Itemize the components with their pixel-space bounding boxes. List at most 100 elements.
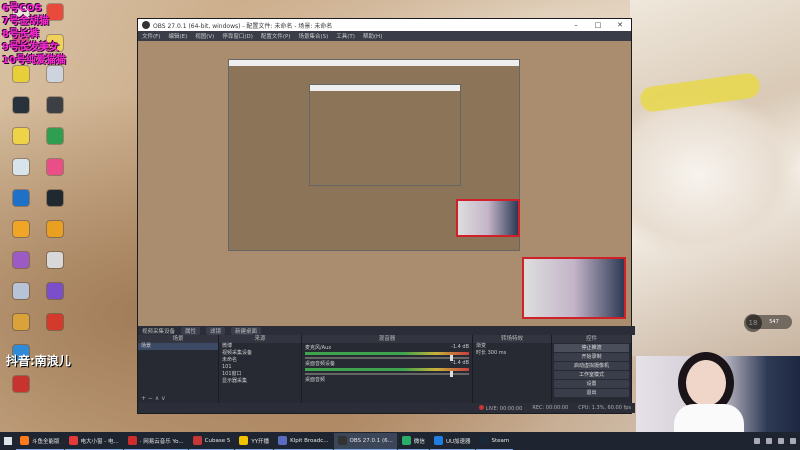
transition-panel: 转场特效 渐变 时长 300 ms [473,335,552,403]
start-recording-button[interactable]: 开始录制 [554,353,629,361]
app-icon [401,436,411,445]
app-icon [13,190,29,206]
nested-camera [456,199,520,237]
menu-tools[interactable]: 工具(T) [336,32,355,40]
taskbar-label: Cubase 5 [204,437,231,444]
menu-profile[interactable]: 配置文件(P) [261,32,291,40]
studio-mode-button[interactable]: 工作室模式 [554,371,629,379]
app-icon [47,97,63,113]
taskbar-item[interactable]: 微信 [397,433,429,450]
maximize-icon[interactable]: □ [587,21,609,29]
taskbar-item[interactable]: 电大小窗 - 电... [64,433,123,450]
taskbar-label: 电大小窗 - 电... [80,438,119,445]
app-icon [47,159,63,175]
desktop-icon[interactable] [4,66,38,96]
duration-label: 时长 [476,350,487,356]
source-item[interactable]: 视频采集设备 [219,350,301,357]
mixer-channel[interactable]: 麦克风/Aux -1.4 dB [302,343,472,361]
scenes-footer[interactable]: + − ∧ ∨ [138,395,218,403]
new-desktop-button[interactable]: 新建桌面 [231,326,262,335]
scenes-panel: 场景 场景 + − ∧ ∨ [138,335,219,403]
taskbar-item[interactable]: OBS 27.0.1 (6... [333,432,397,450]
source-item[interactable]: 显示器采集 [219,378,301,385]
exit-button[interactable]: 退出 [554,389,629,397]
taskbar-items: 斗鱼全能版 电大小窗 - 电... · 网易云音乐 Yo... Cubase 5 YY开… [16,432,514,450]
source-item[interactable]: 101窗口 [219,371,301,378]
taskbar-item[interactable]: · 网易云音乐 Yo... [123,433,188,450]
obs-titlebar[interactable]: OBS 27.0.1 (64-bit, windows) - 配置文件: 未命名… [138,19,631,31]
app-icon [13,128,29,144]
minimize-icon[interactable]: – [565,21,587,29]
desktop-icon[interactable] [4,97,38,127]
obs-statusbar: LIVE: 00:00:00 REC: 00:00:00 CPU: 1.3%, … [138,403,635,413]
scene-item[interactable]: 场景 [138,343,218,350]
desktop-icon[interactable] [4,190,38,220]
camera-source[interactable] [522,257,626,319]
tray-icon[interactable] [754,438,760,444]
app-icon [47,221,63,237]
app-icon [47,128,63,144]
controls-title: 控件 [552,335,631,343]
taskbar-item[interactable]: YY开播 [235,433,274,450]
desktop-icon[interactable] [4,283,38,313]
taskbar-item[interactable]: Klpit Broadc... [274,433,333,450]
app-icon [337,436,347,445]
volume-icon[interactable] [790,438,796,444]
volume-slider[interactable] [305,355,469,361]
desktop-icon[interactable] [4,159,38,189]
desktop-icon[interactable] [4,221,38,251]
virtual-camera-button[interactable]: 启动虚拟摄像机 [554,362,629,370]
volume-slider[interactable] [305,371,469,377]
source-item[interactable]: 微博 [219,343,301,350]
taskbar-item[interactable]: Steam [475,433,514,450]
app-icon [433,436,443,445]
taskbar-label: 斗鱼全能版 [32,438,60,445]
menu-edit[interactable]: 编辑(E) [168,32,187,40]
tray-icon[interactable] [778,438,784,444]
stop-stream-button[interactable]: 停止推流 [554,344,629,352]
menu-file[interactable]: 文件(F) [142,32,160,40]
menu-docks[interactable]: 停靠窗口(D) [222,32,253,40]
desktop-icon[interactable] [38,128,72,158]
filters-button[interactable]: 滤镜 [206,326,226,335]
obs-preview[interactable] [138,41,631,333]
app-icon [13,97,29,113]
desktop-icon[interactable] [38,97,72,127]
desktop-icon[interactable] [38,283,72,313]
windows-start-icon[interactable] [0,432,16,450]
desktop-icon[interactable] [4,252,38,282]
taskbar-item[interactable]: UU加速器 [429,433,475,450]
desktop-icon[interactable] [4,128,38,158]
desktop-icon[interactable] [38,314,72,344]
desktop-icon[interactable] [38,221,72,251]
menu-help[interactable]: 帮助(H) [363,32,382,40]
transition-type[interactable]: 渐变 [473,343,551,350]
source-item[interactable]: 101 [219,364,301,371]
taskbar-label: Steam [491,437,510,444]
desktop-icon[interactable] [38,66,72,96]
level-meter [305,352,469,355]
settings-button[interactable]: 设置 [554,380,629,388]
transition-duration[interactable]: 时长 300 ms [473,350,551,357]
desktop-icon[interactable] [38,252,72,282]
obs-logo-icon [142,21,150,29]
close-icon[interactable]: ✕ [609,21,631,29]
desktop-icon[interactable] [4,314,38,344]
mixer-channel[interactable]: 桌面音频设备 -1.4 dB [302,359,472,377]
desktop-icon[interactable] [38,190,72,220]
taskbar-label: UU加速器 [445,438,471,445]
mixer-channel[interactable]: 桌面音频 [302,375,472,391]
taskbar-item[interactable]: Cubase 5 [188,433,235,450]
desktop-icon[interactable] [4,376,38,406]
menu-view[interactable]: 视图(V) [195,32,214,40]
desktop-icon[interactable] [38,159,72,189]
menu-scene-collection[interactable]: 场景集合(S) [298,32,328,40]
obs-window[interactable]: OBS 27.0.1 (64-bit, windows) - 配置文件: 未命名… [137,18,635,414]
channel-db: -1.4 dB [451,360,469,366]
taskbar-item[interactable]: 斗鱼全能版 [16,433,64,450]
overlay-line: 9号长发美女 [2,42,59,53]
obs-docks: 场景 场景 + − ∧ ∨ 来源 微博 视频采集设备 未命名 101 101窗口… [138,335,632,403]
tray-icon[interactable] [766,438,772,444]
properties-button[interactable]: 属性 [181,326,201,335]
source-item[interactable]: 未命名 [219,357,301,364]
